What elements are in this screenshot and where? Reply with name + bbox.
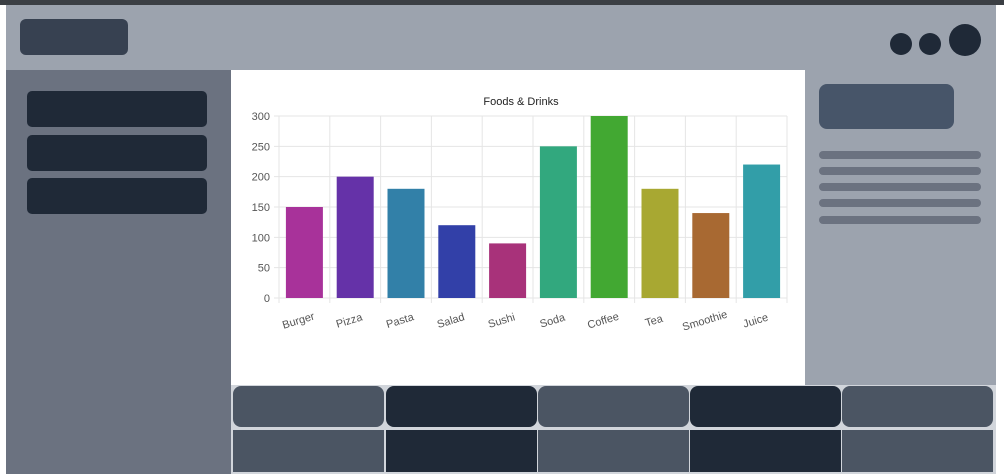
right-panel (805, 70, 996, 385)
grid-cell[interactable] (538, 430, 689, 472)
chart-panel: Foods & Drinks 0 50 100 150 200 250 300 Burger P… (231, 70, 805, 385)
grid-cell[interactable] (690, 430, 841, 472)
x-tick-label: Salad (436, 311, 466, 331)
grid-cell[interactable] (233, 430, 384, 472)
grid-cell[interactable] (842, 430, 993, 472)
right-panel-button[interactable] (819, 84, 954, 129)
header-dot-icon[interactable] (919, 33, 941, 55)
avatar[interactable] (949, 24, 981, 56)
text-line-placeholder (819, 151, 981, 159)
x-tick-label: Sushi (487, 311, 517, 331)
bottom-grid (231, 385, 996, 474)
tab-1[interactable] (233, 386, 384, 427)
bar-juice[interactable] (743, 164, 781, 298)
tab-5[interactable] (842, 386, 993, 427)
y-tick-label: 200 (252, 172, 270, 184)
tab-3[interactable] (538, 386, 689, 427)
x-tick-label: Tea (644, 313, 665, 330)
bar-soda[interactable] (539, 146, 577, 298)
x-tick-label: Pasta (385, 311, 416, 331)
header (6, 5, 996, 70)
x-tick-label: Coffee (586, 311, 620, 332)
x-tick-label: Pizza (335, 311, 365, 331)
y-tick-label: 300 (252, 111, 270, 123)
bar-sushi[interactable] (489, 243, 527, 298)
x-tick-label: Soda (538, 311, 567, 330)
sidebar-item-3[interactable] (27, 178, 207, 214)
text-line-placeholder (819, 183, 981, 191)
bar-chart: Foods & Drinks 0 50 100 150 200 250 300 Burger P… (252, 96, 788, 334)
tab-4[interactable] (690, 386, 841, 427)
bar-tea[interactable] (641, 188, 679, 298)
tab-2[interactable] (386, 386, 537, 427)
y-tick-label: 0 (264, 293, 270, 305)
x-tick-label: Juice (742, 312, 770, 331)
header-logo-button[interactable] (20, 19, 128, 55)
bar-pizza[interactable] (336, 176, 374, 298)
text-line-placeholder (819, 199, 981, 207)
sidebar-item-1[interactable] (27, 91, 207, 127)
x-tick-label: Burger (281, 310, 316, 331)
bar-burger[interactable] (285, 207, 323, 298)
chart-title: Foods & Drinks (483, 96, 559, 108)
header-dot-icon[interactable] (890, 33, 912, 55)
bar-salad[interactable] (438, 225, 476, 298)
bar-pasta[interactable] (387, 188, 425, 298)
text-line-placeholder (819, 167, 981, 175)
text-line-placeholder (819, 216, 981, 224)
bar-coffee[interactable] (590, 116, 628, 298)
sidebar-item-2[interactable] (27, 135, 207, 171)
grid-cell[interactable] (386, 430, 537, 472)
bar-smoothie[interactable] (692, 213, 730, 298)
y-tick-label: 100 (252, 232, 270, 244)
y-tick-label: 150 (252, 202, 270, 214)
sidebar (6, 70, 231, 474)
y-tick-label: 250 (252, 141, 270, 153)
x-tick-label: Smoothie (681, 309, 729, 334)
y-tick-label: 50 (258, 263, 270, 275)
